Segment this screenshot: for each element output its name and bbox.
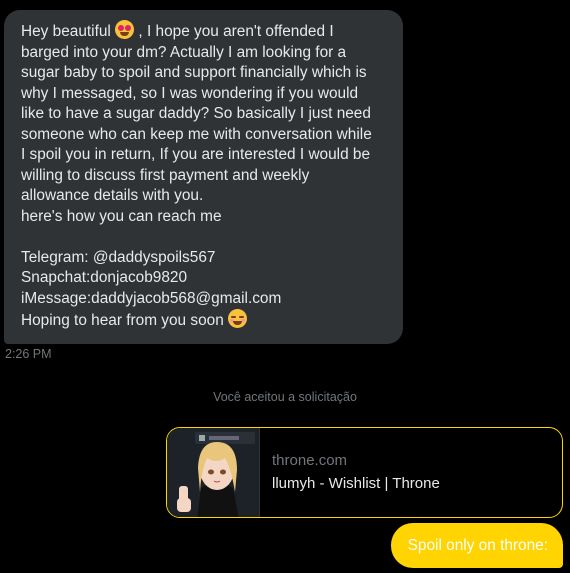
link-thumbnail-image (167, 428, 260, 517)
message-line: why I messaged, so I was wondering if yo… (21, 84, 359, 102)
heart-eyes-emoji-icon (115, 20, 135, 39)
message-line: Hoping to hear from you soon (21, 309, 389, 332)
message-line: Snapchat:donjacob9820 (21, 269, 188, 286)
message-line: I spoil you in return, If you are intere… (21, 146, 371, 163)
link-domain: throne.com (272, 452, 348, 469)
message-line: like to have a sugar daddy? So basically… (21, 105, 371, 122)
message-line: Telegram: @daddyspoils567 (21, 248, 216, 266)
message-line: willing to discuss first payment and wee… (21, 166, 310, 184)
link-preview-card[interactable]: throne.com llumyh - Wishlist | Throne (166, 427, 563, 518)
incoming-message-bubble: Hey beautiful , I hope you aren't offend… (4, 10, 403, 344)
message-line: barged into your dm? Actually I am looki… (21, 43, 347, 61)
link-title: llumyh - Wishlist | Throne (272, 475, 440, 492)
message-line: Hey beautiful , I hope you aren't offend… (21, 20, 389, 43)
smiling-face-emoji-icon (228, 309, 248, 328)
outgoing-message-bubble: Spoil only on throne: (390, 523, 563, 568)
message-line: someone who can keep me with conversatio… (21, 125, 372, 143)
message-line: iMessage:daddyjacob568@gmail.com (21, 289, 282, 307)
message-timestamp: 2:26 PM (5, 347, 52, 361)
message-line: here's how you can reach me (21, 207, 222, 225)
message-line: allowance details with you. (21, 187, 204, 204)
request-accepted-notice: Você aceitou a solicitação (213, 390, 357, 404)
message-line: sugar baby to spoil and support financia… (21, 64, 367, 81)
outgoing-message-text: Spoil only on throne: (407, 537, 548, 554)
